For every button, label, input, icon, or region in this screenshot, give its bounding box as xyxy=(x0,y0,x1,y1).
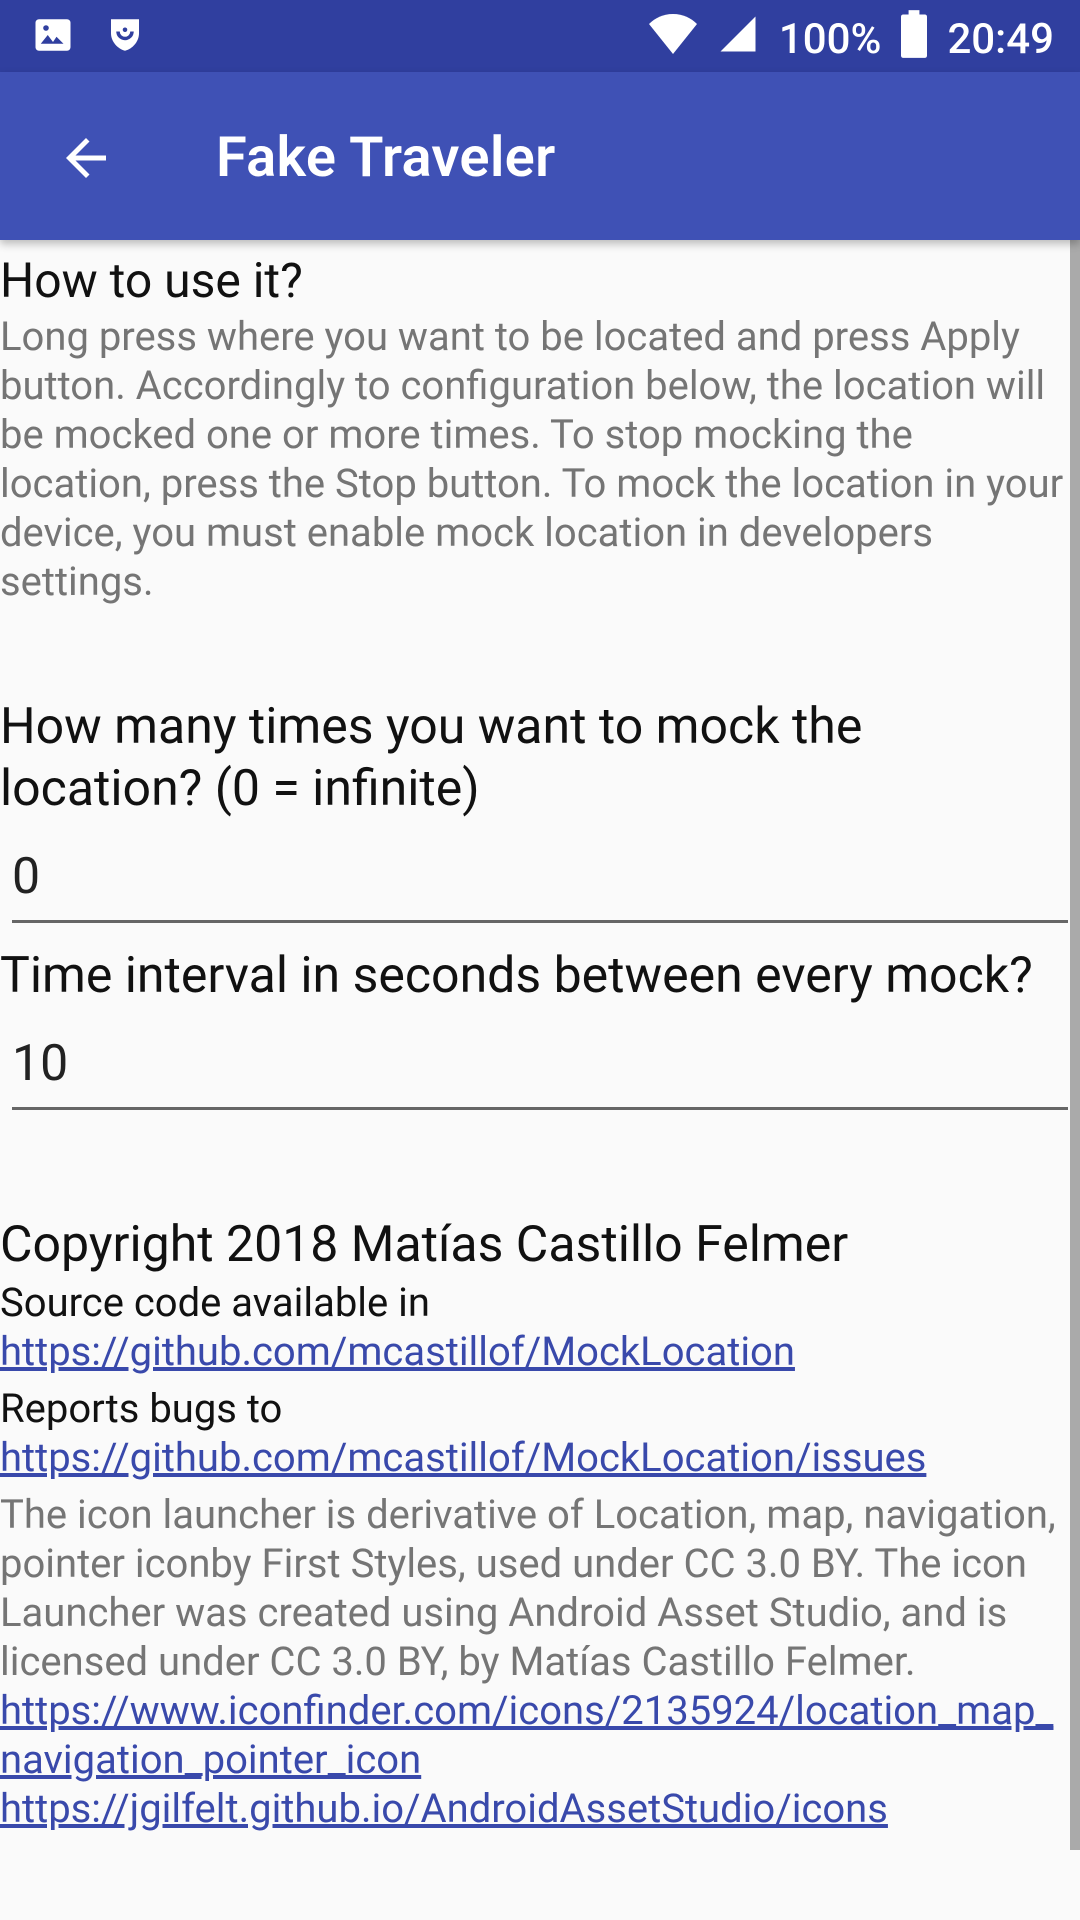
status-bar: 100% 20:49 xyxy=(0,0,1080,72)
icon-credit-text: The icon launcher is derivative of Locat… xyxy=(0,1491,1056,1685)
bugs-block: Reports bugs to https://github.com/mcast… xyxy=(0,1384,1070,1482)
mock-times-label: How many times you want to mock the loca… xyxy=(0,698,863,818)
image-icon xyxy=(32,14,74,60)
arrow-back-icon[interactable] xyxy=(56,128,116,188)
scrollbar[interactable] xyxy=(1070,240,1080,1850)
shield-icon xyxy=(104,14,146,60)
source-prefix: Source code available in xyxy=(0,1279,430,1326)
source-block: Source code available in https://github.… xyxy=(0,1278,1070,1376)
asset-studio-link[interactable]: https://jgilfelt.github.io/AndroidAssetS… xyxy=(0,1785,888,1832)
how-to-text: Long press where you want to be located … xyxy=(0,313,1064,605)
app-bar: Fake Traveler xyxy=(0,72,1080,240)
source-code-link[interactable]: https://github.com/mcastillof/MockLocati… xyxy=(0,1328,795,1375)
clock: 20:49 xyxy=(947,15,1054,64)
bugs-prefix: Reports bugs to xyxy=(0,1385,283,1432)
signal-icon xyxy=(717,13,759,66)
interval-input[interactable]: 10 xyxy=(12,1029,1068,1110)
battery-icon xyxy=(901,10,928,69)
page-title: Fake Traveler xyxy=(216,124,556,190)
asset-studio-link-block: https://jgilfelt.github.io/AndroidAssetS… xyxy=(0,1784,1070,1833)
mock-times-input[interactable]: 0 xyxy=(12,842,1068,923)
bugs-link[interactable]: https://github.com/mcastillof/MockLocati… xyxy=(0,1434,926,1481)
copyright-text: Copyright 2018 Matías Castillo Felmer xyxy=(0,1216,849,1274)
interval-label: Time interval in seconds between every m… xyxy=(0,947,1033,1005)
wifi-icon xyxy=(648,12,697,67)
battery-text: 100% xyxy=(778,15,882,64)
main-content[interactable]: How to use it? Long press where you want… xyxy=(0,240,1070,1920)
icon-credit-link-block: https://www.iconfinder.com/icons/2135924… xyxy=(0,1686,1070,1784)
iconfinder-link[interactable]: https://www.iconfinder.com/icons/2135924… xyxy=(0,1687,1053,1783)
how-to-heading: How to use it? xyxy=(0,252,303,309)
